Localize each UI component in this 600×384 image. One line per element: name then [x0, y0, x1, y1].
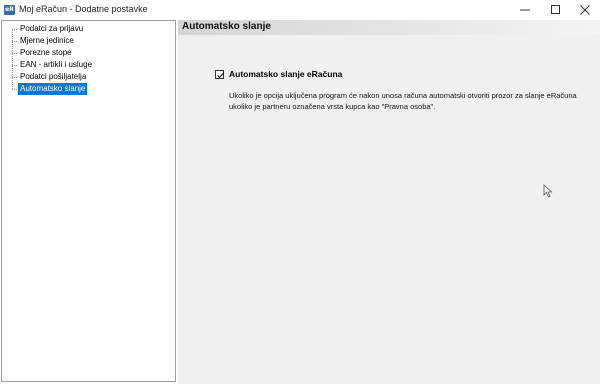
- title-bar: eR Moj eRačun - Dodatne postavke: [0, 0, 600, 20]
- settings-panel: Automatsko slanje Automatsko slanje eRač…: [178, 20, 600, 384]
- checkmark-icon: [217, 72, 224, 79]
- close-button[interactable]: [570, 0, 600, 20]
- tree-connector: [12, 65, 17, 66]
- tree-item-label: EAN - artikli i usluge: [20, 60, 93, 69]
- close-icon: [580, 5, 590, 15]
- tree-connector: [12, 77, 17, 78]
- minimize-button[interactable]: [510, 0, 540, 20]
- tree-item-label: Mjerne jedinice: [20, 36, 74, 45]
- tree-connector-line: [12, 29, 13, 89]
- maximize-icon: [551, 5, 560, 14]
- tree-item-label: Automatsko slanje: [18, 83, 88, 95]
- minimize-icon: [520, 9, 530, 11]
- tree-connector: [12, 53, 17, 54]
- tree-item-label: Podatci za prijavu: [20, 24, 84, 33]
- auto-send-description: Ukoliko je opcija uključena program će n…: [229, 91, 577, 111]
- app-icon: eR: [4, 5, 15, 15]
- tree-connector: [12, 29, 17, 30]
- window-title: Moj eRačun - Dodatne postavke: [19, 4, 148, 14]
- settings-tree[interactable]: Podatci za prijavu Mjerne jedinice Porez…: [1, 20, 176, 382]
- tree-item-label: Porezne stope: [20, 48, 72, 57]
- maximize-button[interactable]: [541, 0, 571, 20]
- mouse-cursor-icon: [543, 184, 553, 198]
- auto-send-checkbox-label[interactable]: Automatsko slanje eRačuna: [229, 69, 342, 79]
- tree-connector: [12, 41, 17, 42]
- panel-title: Automatsko slanje: [182, 21, 271, 32]
- tree-connector: [12, 89, 17, 90]
- auto-send-checkbox[interactable]: [215, 70, 224, 79]
- panel-header: Automatsko slanje: [178, 20, 600, 35]
- tree-item-label: Podatci pošiljatelja: [20, 72, 87, 81]
